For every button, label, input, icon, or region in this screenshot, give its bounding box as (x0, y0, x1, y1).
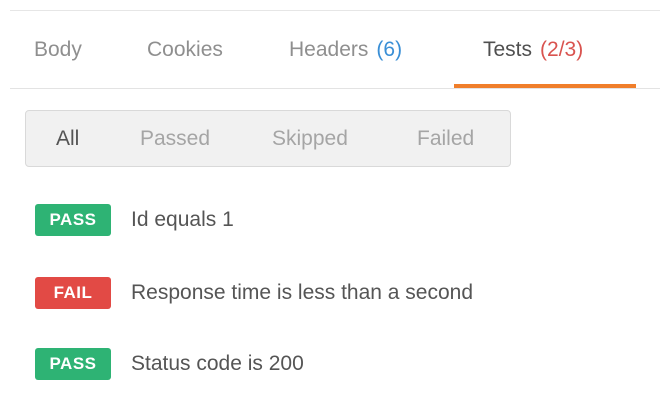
tab-headers[interactable]: Headers (6) (289, 11, 402, 89)
tab-cookies-label: Cookies (147, 38, 223, 61)
test-name: Id equals 1 (131, 208, 234, 231)
filter-passed[interactable]: Passed (140, 111, 210, 166)
status-badge: PASS (35, 204, 111, 236)
response-panel: Body Cookies Headers (6) Tests (2/3) All… (10, 10, 660, 406)
tab-headers-label: Headers (289, 38, 369, 61)
filter-failed-label: Failed (417, 126, 475, 150)
tab-tests[interactable]: Tests (2/3) (483, 11, 583, 89)
tab-body-label: Body (34, 38, 82, 61)
test-result-row: FAIL Response time is less than a second (35, 277, 473, 309)
filter-passed-label: Passed (140, 126, 211, 150)
filter-skipped[interactable]: Skipped (272, 111, 348, 166)
tests-count: (2/3) (540, 38, 584, 61)
tab-body[interactable]: Body (34, 11, 82, 89)
tab-cookies[interactable]: Cookies (147, 11, 223, 89)
filter-all[interactable]: All (56, 111, 79, 166)
response-tabs: Body Cookies Headers (6) Tests (2/3) (10, 11, 660, 89)
active-tab-indicator (454, 84, 636, 88)
test-name: Status code is 200 (131, 352, 304, 375)
test-result-row: PASS Status code is 200 (35, 348, 304, 380)
filter-failed[interactable]: Failed (417, 111, 474, 166)
filter-all-label: All (56, 126, 80, 150)
headers-count: (6) (376, 38, 403, 61)
status-badge: FAIL (35, 277, 111, 309)
status-badge: PASS (35, 348, 111, 380)
test-filter: All Passed Skipped Failed (25, 110, 511, 167)
test-name: Response time is less than a second (131, 281, 474, 304)
tab-tests-label: Tests (483, 38, 533, 61)
test-result-row: PASS Id equals 1 (35, 204, 234, 236)
filter-skipped-label: Skipped (272, 126, 348, 150)
